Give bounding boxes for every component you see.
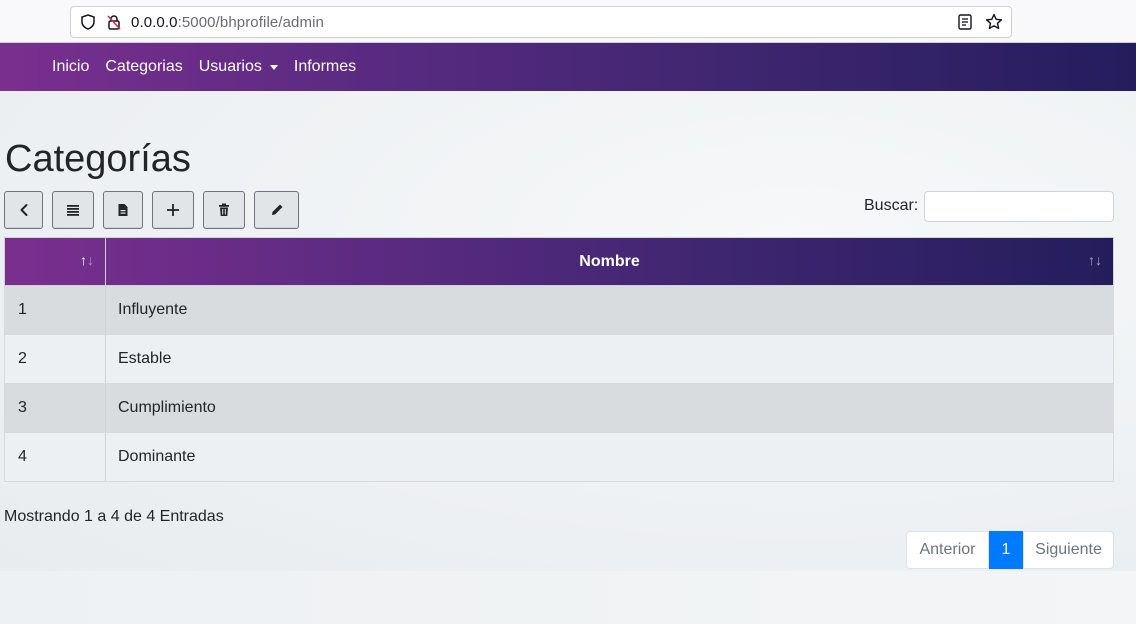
trash-icon	[219, 203, 229, 216]
bookmark-star-icon[interactable]	[985, 13, 1003, 36]
url-bar[interactable]: 0.0.0.0:5000/bhprofile/admin	[70, 6, 1012, 38]
table-header: ↑↓ Nombre ↑↓	[4, 237, 1114, 286]
pagination-page-1[interactable]: 1	[989, 531, 1023, 569]
nav-item-inicio[interactable]: Inicio	[44, 58, 97, 76]
pagination: Anterior 1 Siguiente	[906, 531, 1114, 569]
table-row[interactable]: 2 Estable	[4, 335, 1114, 384]
file-button[interactable]	[103, 191, 143, 229]
cell-id: 1	[5, 286, 106, 334]
url-text[interactable]: 0.0.0.0:5000/bhprofile/admin	[131, 14, 324, 31]
list-button[interactable]	[52, 191, 94, 229]
plus-icon	[167, 204, 179, 216]
table-info: Mostrando 1 a 4 de 4 Entradas	[4, 508, 224, 525]
nav-item-usuarios-dropdown[interactable]: Usuarios	[191, 58, 286, 76]
pagination-prev[interactable]: Anterior	[906, 531, 989, 569]
table-row[interactable]: 3 Cumplimiento	[4, 384, 1114, 433]
pagination-next[interactable]: Siguiente	[1023, 531, 1114, 569]
main-navbar: Inicio Categorias Usuarios Informes	[0, 43, 1136, 91]
url-host: 0.0.0.0	[131, 13, 178, 31]
main-content: Categorías Buscar: ↑↓ Nombre ↑↓ 1 Influy…	[0, 91, 1136, 571]
page-background	[0, 571, 1136, 624]
sort-icon: ↑↓	[80, 252, 94, 268]
categories-table: ↑↓ Nombre ↑↓ 1 Influyente 2 Estable 3 Cu…	[4, 237, 1114, 482]
cell-nombre: Influyente	[118, 301, 188, 318]
back-button[interactable]	[4, 191, 43, 229]
delete-button[interactable]	[203, 191, 245, 229]
browser-toolbar: 0.0.0.0:5000/bhprofile/admin	[0, 0, 1136, 43]
cell-id: 2	[5, 335, 106, 383]
list-icon	[67, 205, 79, 216]
url-path: :5000/bhprofile/admin	[177, 13, 324, 31]
nav-item-categorias[interactable]: Categorias	[97, 58, 190, 76]
cell-nombre: Dominante	[118, 448, 196, 465]
sort-icon: ↑↓	[1088, 252, 1102, 268]
table-row[interactable]: 4 Dominante	[4, 433, 1114, 482]
search-label: Buscar:	[864, 197, 919, 214]
edit-button[interactable]	[254, 191, 299, 229]
pencil-icon	[271, 204, 282, 215]
caret-down-icon	[269, 64, 278, 70]
column-header-id[interactable]: ↑↓	[5, 238, 106, 285]
search-input[interactable]	[924, 191, 1114, 222]
cell-id: 3	[5, 384, 106, 432]
insecure-lock-icon[interactable]	[105, 13, 123, 31]
table-toolbar	[4, 191, 299, 229]
nav-item-informes[interactable]: Informes	[286, 58, 364, 76]
table-row[interactable]: 1 Influyente	[4, 286, 1114, 335]
shield-icon[interactable]	[79, 13, 97, 31]
page-title: Categorías	[5, 138, 191, 180]
add-button[interactable]	[152, 191, 194, 229]
reader-view-icon[interactable]	[957, 13, 973, 36]
cell-nombre: Cumplimiento	[118, 399, 216, 416]
cell-id: 4	[5, 433, 106, 481]
cell-nombre: Estable	[118, 350, 172, 367]
file-icon	[118, 204, 128, 216]
column-header-nombre[interactable]: Nombre ↑↓	[106, 238, 1113, 285]
chevron-left-icon	[20, 204, 27, 216]
nav-item-usuarios-label: Usuarios	[198, 58, 262, 75]
